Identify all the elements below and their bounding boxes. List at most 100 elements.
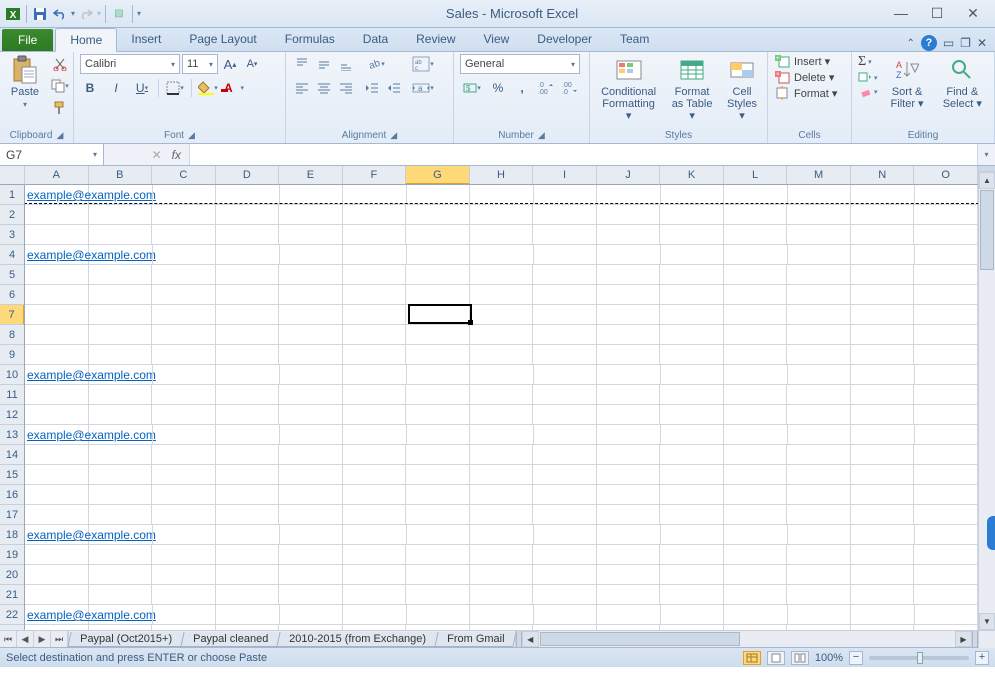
cell-I20[interactable] — [533, 565, 597, 584]
cut-button[interactable] — [50, 54, 70, 74]
cell-G7[interactable] — [406, 305, 470, 324]
cell-O3[interactable] — [914, 225, 978, 244]
row-header-9[interactable]: 9 — [0, 345, 24, 365]
tab-review[interactable]: Review — [402, 28, 469, 51]
column-header-K[interactable]: K — [660, 166, 724, 184]
cell-C6[interactable] — [152, 285, 216, 304]
row-header-12[interactable]: 12 — [0, 405, 24, 425]
cell-A19[interactable] — [25, 545, 89, 564]
column-header-C[interactable]: C — [152, 166, 216, 184]
cell-E18[interactable] — [280, 525, 344, 544]
cell-L19[interactable] — [724, 545, 788, 564]
tab-insert[interactable]: Insert — [117, 28, 175, 51]
cell-F19[interactable] — [343, 545, 407, 564]
cell-H11[interactable] — [470, 385, 534, 404]
cell-O19[interactable] — [914, 545, 978, 564]
cell-O12[interactable] — [914, 405, 978, 424]
italic-button[interactable]: I — [106, 78, 126, 98]
increase-decimal-button[interactable]: .0.00 — [536, 78, 556, 98]
row-header-15[interactable]: 15 — [0, 465, 24, 485]
cell-H14[interactable] — [470, 445, 534, 464]
cell-I11[interactable] — [533, 385, 597, 404]
cell-E6[interactable] — [279, 285, 343, 304]
cell-O21[interactable] — [914, 585, 978, 604]
horizontal-scrollbar[interactable]: ◀ ▶ — [515, 631, 978, 647]
cell-O14[interactable] — [914, 445, 978, 464]
cell-C7[interactable] — [152, 305, 216, 324]
cell-A13[interactable]: example@example.com — [25, 425, 89, 444]
cell-D5[interactable] — [216, 265, 280, 284]
cell-D7[interactable] — [216, 305, 280, 324]
cell-N14[interactable] — [851, 445, 915, 464]
cell-A9[interactable] — [25, 345, 89, 364]
cell-K3[interactable] — [660, 225, 724, 244]
cell-K8[interactable] — [660, 325, 724, 344]
column-header-F[interactable]: F — [343, 166, 407, 184]
cell-K20[interactable] — [660, 565, 724, 584]
cell-K4[interactable] — [661, 245, 725, 264]
cell-M22[interactable] — [788, 605, 852, 624]
borders-button[interactable]: ▾ — [165, 78, 185, 98]
cell-J22[interactable] — [597, 605, 661, 624]
cell-J1[interactable] — [597, 185, 661, 204]
cell-F7[interactable] — [343, 305, 407, 324]
page-break-view-button[interactable] — [791, 651, 809, 665]
scroll-right-button[interactable]: ▶ — [955, 631, 972, 647]
cell-E1[interactable] — [280, 185, 344, 204]
cell-I10[interactable] — [534, 365, 598, 384]
workbook-minimize-icon[interactable]: ▭ — [943, 36, 954, 50]
column-header-I[interactable]: I — [533, 166, 597, 184]
cell-M14[interactable] — [787, 445, 851, 464]
row-header-3[interactable]: 3 — [0, 225, 24, 245]
cell-M19[interactable] — [787, 545, 851, 564]
cell-D20[interactable] — [216, 565, 280, 584]
cell-O9[interactable] — [914, 345, 978, 364]
cell-E3[interactable] — [279, 225, 343, 244]
cell-J12[interactable] — [597, 405, 661, 424]
cell-M3[interactable] — [787, 225, 851, 244]
cell-A7[interactable] — [25, 305, 89, 324]
cell-C3[interactable] — [152, 225, 216, 244]
cell-M17[interactable] — [787, 505, 851, 524]
cell-G13[interactable] — [407, 425, 471, 444]
cell-L21[interactable] — [724, 585, 788, 604]
cell-N3[interactable] — [851, 225, 915, 244]
font-dialog-launcher-icon[interactable]: ◢ — [188, 130, 195, 141]
cell-H7[interactable] — [470, 305, 534, 324]
cell-I5[interactable] — [533, 265, 597, 284]
cell-L14[interactable] — [724, 445, 788, 464]
align-top-button[interactable] — [292, 54, 312, 74]
format-as-table-button[interactable]: Format as Table ▾ — [667, 54, 717, 124]
cell-F18[interactable] — [343, 525, 407, 544]
cell-H4[interactable] — [470, 245, 534, 264]
cell-K6[interactable] — [660, 285, 724, 304]
cell-C10[interactable] — [153, 365, 217, 384]
cell-E5[interactable] — [279, 265, 343, 284]
cell-E11[interactable] — [279, 385, 343, 404]
cell-J2[interactable] — [597, 205, 661, 224]
cell-C20[interactable] — [152, 565, 216, 584]
cell-B7[interactable] — [89, 305, 153, 324]
cell-E4[interactable] — [280, 245, 344, 264]
cell-J5[interactable] — [597, 265, 661, 284]
cell-N10[interactable] — [851, 365, 915, 384]
cell-N20[interactable] — [851, 565, 915, 584]
cell-H16[interactable] — [470, 485, 534, 504]
cell-B6[interactable] — [89, 285, 153, 304]
cell-L12[interactable] — [724, 405, 788, 424]
cell-N4[interactable] — [851, 245, 915, 264]
cell-I3[interactable] — [533, 225, 597, 244]
workbook-close-icon[interactable]: ✕ — [977, 36, 987, 50]
cell-H20[interactable] — [470, 565, 534, 584]
cell-G10[interactable] — [407, 365, 471, 384]
cell-I2[interactable] — [533, 205, 597, 224]
cell-M12[interactable] — [787, 405, 851, 424]
cell-H13[interactable] — [470, 425, 534, 444]
cell-N19[interactable] — [851, 545, 915, 564]
autosum-button[interactable]: Σ▾ — [858, 54, 878, 70]
cell-M10[interactable] — [788, 365, 852, 384]
cell-H22[interactable] — [470, 605, 534, 624]
cell-H15[interactable] — [470, 465, 534, 484]
cell-H2[interactable] — [470, 205, 534, 224]
fx-icon[interactable]: fx — [172, 148, 181, 162]
